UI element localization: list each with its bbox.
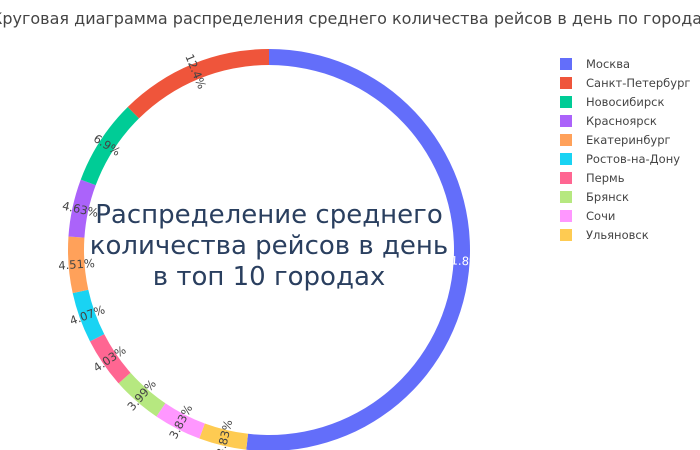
center-label-line-3: в топ 10 городах (152, 262, 386, 292)
legend: Москва Санкт-Петербург Новосибирск Краснояр… (560, 54, 698, 244)
legend-item-сочи[interactable]: Сочи (560, 206, 698, 225)
legend-label: Брянск (586, 189, 629, 204)
legend-item-пермь[interactable]: Пермь (560, 168, 698, 187)
center-label-line-2: количества рейсов в день (89, 231, 449, 261)
legend-swatch (560, 171, 572, 184)
legend-item-ростов-на-дону[interactable]: Ростов-на-Дону (560, 149, 698, 168)
legend-swatch (560, 228, 572, 241)
center-label-line-1: Распределение среднего (95, 200, 443, 230)
legend-label: Ульяновск (586, 227, 649, 242)
legend-label: Москва (586, 56, 631, 71)
legend-swatch (560, 57, 572, 70)
legend-label: Санкт-Петербург (586, 75, 691, 90)
legend-swatch (560, 209, 572, 222)
legend-label: Ростов-на-Дону (586, 151, 681, 166)
legend-item-москва[interactable]: Москва (560, 54, 698, 73)
donut-center-label: Распределение среднего количества рейсов… (66, 200, 472, 293)
legend-item-ульяновск[interactable]: Ульяновск (560, 225, 698, 244)
legend-swatch (560, 114, 572, 127)
legend-swatch (560, 133, 572, 146)
legend-item-брянск[interactable]: Брянск (560, 187, 698, 206)
legend-label: Пермь (586, 170, 625, 185)
legend-swatch (560, 152, 572, 165)
legend-item-санкт-петербург[interactable]: Санкт-Петербург (560, 73, 698, 92)
legend-swatch (560, 76, 572, 89)
legend-swatch (560, 190, 572, 203)
legend-item-красноярск[interactable]: Красноярск (560, 111, 698, 130)
legend-label: Новосибирск (586, 94, 665, 109)
legend-label: Сочи (586, 208, 616, 223)
legend-item-екатеринбург[interactable]: Екатеринбург (560, 130, 698, 149)
legend-swatch (560, 95, 572, 108)
legend-item-новосибирск[interactable]: Новосибирск (560, 92, 698, 111)
legend-label: Красноярск (586, 113, 657, 128)
legend-label: Екатеринбург (586, 132, 671, 147)
